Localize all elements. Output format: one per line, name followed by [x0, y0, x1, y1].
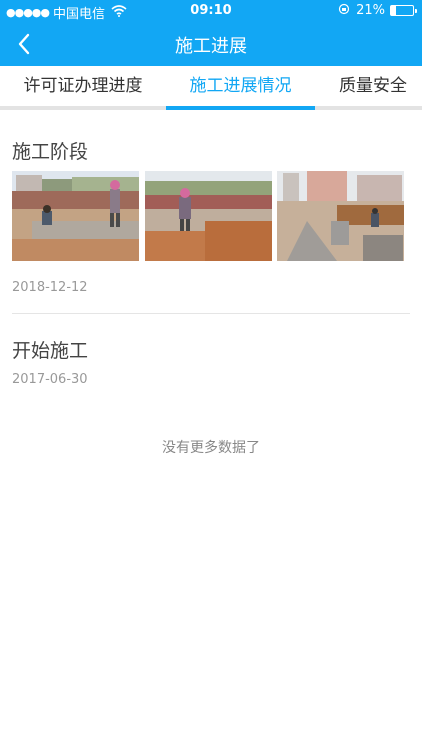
tab-permit-progress[interactable]: 许可证办理进度 [0, 66, 166, 106]
entry-divider [12, 313, 410, 314]
navigation-bar: 施工进展 [0, 22, 422, 66]
rotation-lock-icon [338, 3, 350, 18]
construction-photo-2[interactable] [145, 171, 272, 261]
battery-icon [390, 5, 417, 16]
status-bar: ●●●●● 中国电信 09:10 21% [0, 0, 422, 22]
entry-date: 2018-12-12 [12, 280, 88, 295]
entry-title: 施工阶段 [12, 141, 89, 163]
tab-quality-safety[interactable]: 质量安全 [324, 66, 422, 106]
construction-photo-3[interactable] [277, 171, 404, 261]
battery-percent: 21% [356, 3, 385, 18]
app-header: ●●●●● 中国电信 09:10 21% 施工进展 [0, 0, 422, 66]
tab-bar: 许可证办理进度 施工进展情况 质量安全 [0, 66, 422, 110]
battery-level [391, 6, 396, 15]
no-more-data-label: 没有更多数据了 [162, 440, 260, 456]
tab-construction-progress[interactable]: 施工进展情况 [166, 66, 315, 106]
entry-title: 开始施工 [12, 340, 89, 362]
construction-photo-1[interactable] [12, 171, 139, 261]
status-right: 21% [338, 3, 417, 18]
active-tab-indicator [166, 106, 315, 110]
page-title: 施工进展 [175, 36, 247, 57]
entry-date: 2017-06-30 [12, 372, 88, 387]
